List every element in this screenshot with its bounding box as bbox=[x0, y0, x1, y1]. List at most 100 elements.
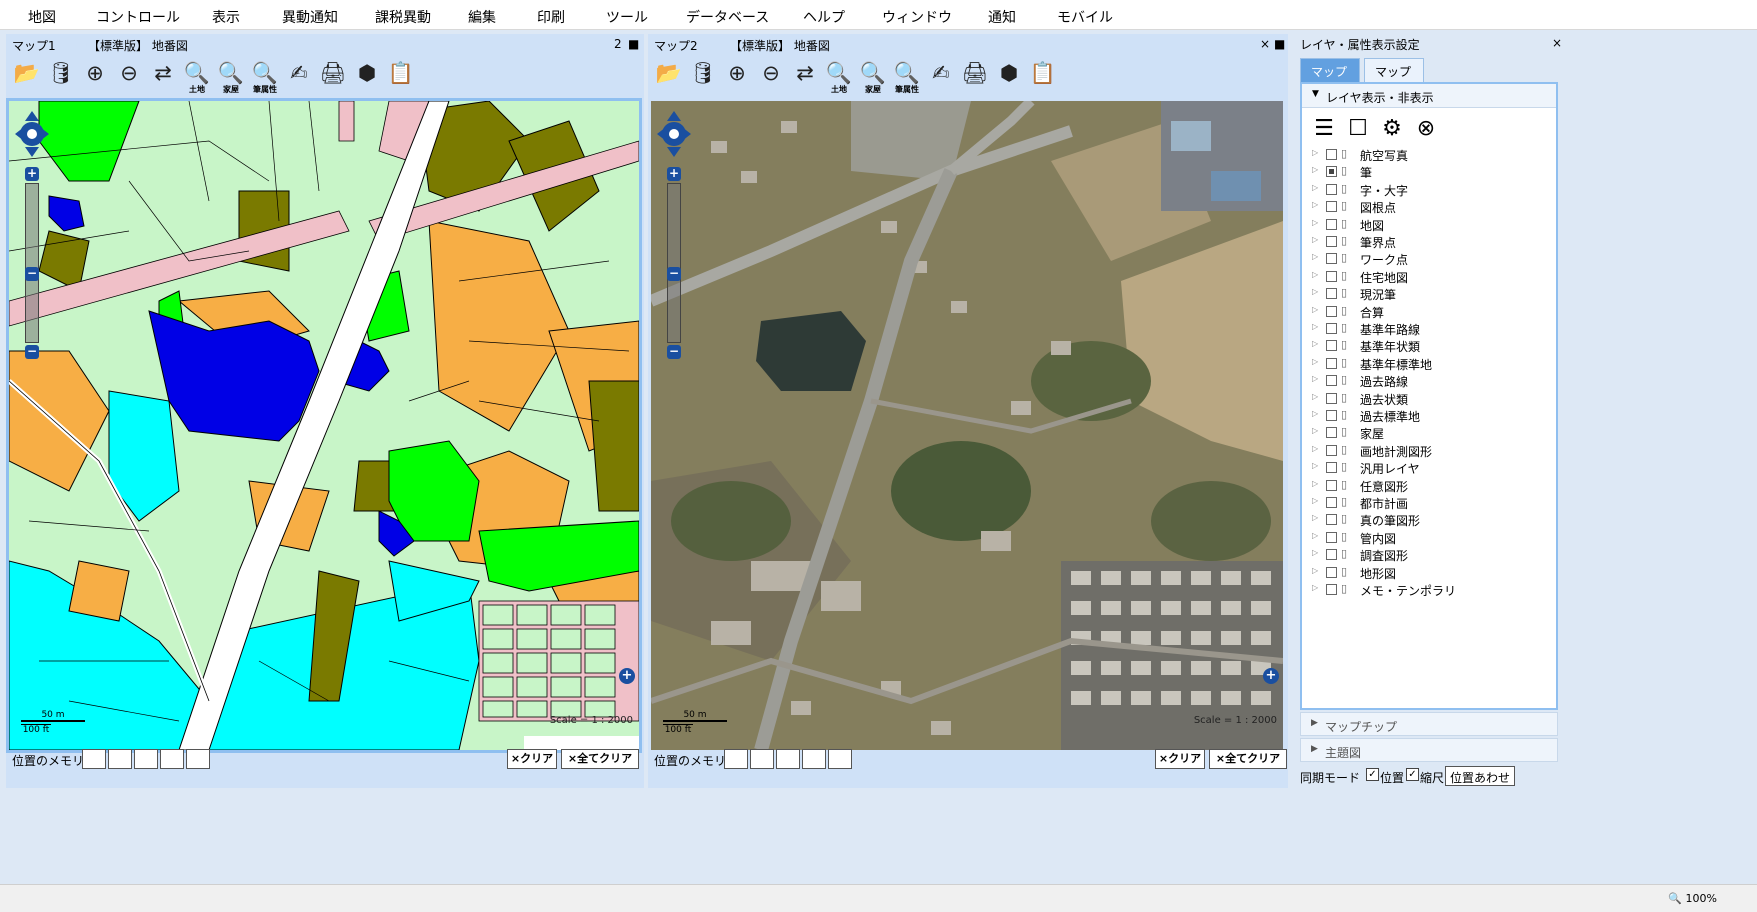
expand-arrow-icon[interactable]: ▷ bbox=[1312, 392, 1318, 401]
layer-checkbox[interactable] bbox=[1326, 531, 1337, 543]
clear-button[interactable]: ×クリア bbox=[1155, 749, 1205, 769]
expand-arrow-icon[interactable]: ▷ bbox=[1312, 374, 1318, 383]
sync-scale-checkbox[interactable]: ✓ bbox=[1406, 768, 1419, 781]
expand-arrow-icon[interactable]: ▷ bbox=[1312, 357, 1318, 366]
menu-item[interactable]: 異動通知 bbox=[282, 7, 338, 27]
tool-button[interactable]: 🖨 bbox=[960, 61, 990, 93]
expand-arrow-icon[interactable]: ▷ bbox=[1312, 513, 1318, 522]
menu-item[interactable]: 地図 bbox=[28, 7, 56, 27]
theme-map-section[interactable]: ▶ 主題図 bbox=[1300, 738, 1558, 762]
expand-arrow-icon[interactable]: ▷ bbox=[1312, 200, 1318, 209]
expand-arrow-icon[interactable]: ▷ bbox=[1312, 548, 1318, 557]
map-chip-section[interactable]: ▶ マップチップ bbox=[1300, 712, 1558, 736]
expand-arrow-icon[interactable]: ▷ bbox=[1312, 270, 1318, 279]
tool-button[interactable]: 📋 bbox=[1028, 61, 1058, 93]
expand-arrow-icon[interactable]: ▷ bbox=[1312, 531, 1318, 540]
zoom-minus-button[interactable]: − bbox=[25, 345, 39, 359]
tool-button[interactable]: 🔍 家屋 bbox=[858, 61, 888, 94]
layer-settings-icon[interactable]: ⚙ bbox=[1378, 116, 1406, 144]
menu-item[interactable]: モバイル bbox=[1057, 7, 1113, 27]
align-position-button[interactable]: 位置あわせ bbox=[1445, 766, 1516, 786]
memo-slot-1[interactable] bbox=[82, 749, 106, 769]
clear-all-button[interactable]: ×全てクリア bbox=[561, 749, 639, 769]
layer-filter-clear-icon[interactable]: ⊗ bbox=[1412, 116, 1440, 144]
layer-checkbox[interactable] bbox=[1326, 392, 1337, 404]
map2-close-button[interactable]: × bbox=[1260, 37, 1270, 51]
memo-slot-2[interactable] bbox=[750, 749, 774, 769]
memo-slot-3[interactable] bbox=[776, 749, 800, 769]
map2-canvas[interactable]: + − − + Scale = 1 : 2000 50 m 100 ft bbox=[648, 98, 1286, 753]
expand-arrow-icon[interactable]: ▷ bbox=[1312, 235, 1318, 244]
clear-all-button[interactable]: ×全てクリア bbox=[1209, 749, 1287, 769]
layer-checkbox[interactable] bbox=[1326, 288, 1337, 300]
expand-arrow-icon[interactable]: ▷ bbox=[1312, 322, 1318, 331]
layer-checkbox[interactable] bbox=[1326, 253, 1337, 265]
menu-item[interactable]: 表示 bbox=[212, 7, 240, 27]
layers-icon[interactable]: ☰ bbox=[1310, 116, 1338, 144]
pan-compass-icon[interactable] bbox=[15, 109, 49, 159]
layer-checkbox[interactable] bbox=[1326, 444, 1337, 456]
layer-checkbox[interactable] bbox=[1326, 236, 1337, 247]
layer-checkbox[interactable] bbox=[1326, 497, 1337, 508]
square-icon[interactable]: ☐ bbox=[1344, 116, 1372, 144]
tool-button[interactable]: 📂 bbox=[12, 61, 42, 93]
zoom-plus-button[interactable]: + bbox=[25, 167, 39, 181]
layer-checkbox[interactable] bbox=[1326, 479, 1337, 491]
tool-button[interactable]: 📋 bbox=[386, 61, 416, 93]
tool-button[interactable]: 🛢 bbox=[688, 61, 718, 93]
layer-checkbox[interactable] bbox=[1326, 149, 1337, 160]
layer-checkbox[interactable] bbox=[1326, 323, 1337, 334]
panel-close-button[interactable]: × bbox=[1552, 36, 1562, 50]
tool-button[interactable]: 🔍 筆属性 bbox=[250, 61, 280, 94]
layer-checkbox[interactable] bbox=[1326, 410, 1337, 421]
pan-compass-icon[interactable] bbox=[657, 109, 691, 159]
expand-arrow-icon[interactable]: ▷ bbox=[1312, 583, 1318, 592]
menu-item[interactable]: ヘルプ bbox=[803, 7, 845, 27]
layer-checkbox[interactable] bbox=[1326, 514, 1337, 526]
expand-arrow-icon[interactable]: ▷ bbox=[1312, 426, 1318, 435]
zoom-slider[interactable] bbox=[667, 183, 681, 343]
layer-checkbox[interactable] bbox=[1326, 218, 1337, 230]
layer-visibility-header[interactable]: ▼ レイヤ表示・非表示 bbox=[1302, 84, 1556, 108]
expand-arrow-icon[interactable]: ▷ bbox=[1312, 409, 1318, 418]
tool-button[interactable]: ⇄ bbox=[790, 61, 820, 93]
expand-arrow-icon[interactable]: ▷ bbox=[1312, 461, 1318, 470]
tool-button[interactable]: 🔍 土地 bbox=[824, 61, 854, 94]
expand-arrow-icon[interactable]: ▷ bbox=[1312, 305, 1318, 314]
tool-button[interactable]: ⊕ bbox=[80, 61, 110, 93]
zoom-handle[interactable]: − bbox=[25, 267, 39, 281]
zoom-handle[interactable]: − bbox=[667, 267, 681, 281]
memo-slot-4[interactable] bbox=[160, 749, 184, 769]
tool-button[interactable]: ✍ bbox=[284, 61, 314, 93]
layer-checkbox[interactable] bbox=[1326, 357, 1337, 369]
layer-checkbox[interactable] bbox=[1326, 427, 1337, 439]
expand-arrow-icon[interactable]: ▷ bbox=[1312, 479, 1318, 488]
tool-button[interactable]: ⬢ bbox=[994, 61, 1024, 93]
map1-canvas[interactable]: + − − + Scale = 1 : 2000 50 m 100 ft bbox=[6, 98, 642, 753]
expand-arrow-icon[interactable]: ▷ bbox=[1312, 496, 1318, 505]
expand-arrow-icon[interactable]: ▷ bbox=[1312, 165, 1318, 174]
sync-position-checkbox[interactable]: ✓ bbox=[1366, 768, 1379, 781]
map1-maximize-button[interactable]: ■ bbox=[628, 37, 639, 51]
map2-nav-plus-button[interactable]: + bbox=[1263, 668, 1279, 684]
tool-button[interactable]: 🔍 筆属性 bbox=[892, 61, 922, 94]
layer-checkbox[interactable] bbox=[1326, 375, 1337, 387]
expand-arrow-icon[interactable]: ▷ bbox=[1312, 252, 1318, 261]
zoom-minus-button[interactable]: − bbox=[667, 345, 681, 359]
menu-item[interactable]: コントロール bbox=[96, 7, 180, 27]
tool-button[interactable]: 📂 bbox=[654, 61, 684, 93]
memo-slot-2[interactable] bbox=[108, 749, 132, 769]
menu-item[interactable]: 課税異動 bbox=[375, 7, 431, 27]
memo-slot-5[interactable] bbox=[186, 749, 210, 769]
expand-arrow-icon[interactable]: ▷ bbox=[1312, 183, 1318, 192]
layer-checkbox[interactable] bbox=[1326, 183, 1337, 195]
layer-checkbox[interactable] bbox=[1326, 201, 1337, 213]
map1-nav-plus-button[interactable]: + bbox=[619, 668, 635, 684]
layer-checkbox[interactable] bbox=[1326, 549, 1337, 561]
expand-arrow-icon[interactable]: ▷ bbox=[1312, 566, 1318, 575]
tool-button[interactable]: 🖨 bbox=[318, 61, 348, 93]
tool-button[interactable]: ⊕ bbox=[722, 61, 752, 93]
menu-item[interactable]: データベース bbox=[686, 7, 769, 27]
menu-item[interactable]: ウィンドウ bbox=[882, 7, 952, 27]
memo-slot-3[interactable] bbox=[134, 749, 158, 769]
